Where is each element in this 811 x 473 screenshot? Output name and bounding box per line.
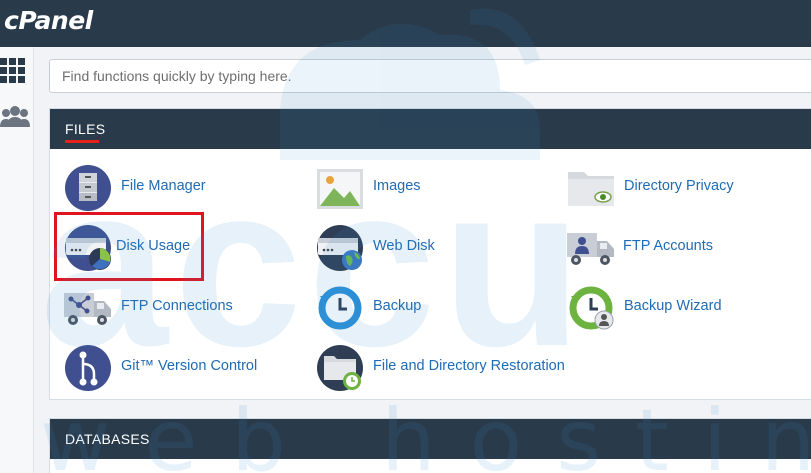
backup-wizard-link[interactable]: Backup Wizard <box>567 282 767 334</box>
images-icon <box>316 164 364 212</box>
directory-privacy-icon <box>567 164 615 212</box>
backup-icon <box>316 284 364 332</box>
ftp-connections-icon <box>64 284 112 332</box>
file-restoration-label: File and Directory Restoration <box>373 358 565 374</box>
title-underline <box>65 140 99 143</box>
files-panel-header[interactable]: FILES <box>50 109 811 149</box>
databases-panel-title: DATABASES <box>65 431 150 447</box>
git-version-control-link[interactable]: Git™ Version Control <box>64 342 284 394</box>
web-disk-icon <box>316 224 364 272</box>
git-icon <box>64 344 112 392</box>
ftp-accounts-icon <box>567 224 615 272</box>
files-panel-title: FILES <box>65 121 106 137</box>
file-manager-label: File Manager <box>121 178 206 194</box>
backup-label: Backup <box>373 298 422 314</box>
ftp-accounts-link[interactable]: FTP Accounts <box>567 222 757 274</box>
apps-grid-icon[interactable] <box>0 55 30 85</box>
directory-privacy-label: Directory Privacy <box>624 178 734 194</box>
top-bar: cPanel <box>0 0 811 47</box>
images-label: Images <box>373 178 421 194</box>
file-restoration-link[interactable]: File and Directory Restoration <box>316 342 586 394</box>
git-version-control-label: Git™ Version Control <box>121 358 258 374</box>
files-panel: FILES File Manager Images Directory Priv… <box>49 108 811 400</box>
backup-wizard-icon <box>567 284 615 332</box>
file-restoration-icon <box>316 344 364 392</box>
images-link[interactable]: Images <box>316 162 486 214</box>
web-disk-link[interactable]: Web Disk <box>316 222 476 274</box>
ftp-accounts-label: FTP Accounts <box>623 238 713 254</box>
users-icon[interactable] <box>0 103 30 133</box>
search-input[interactable] <box>49 59 811 93</box>
disk-usage-label: Disk Usage <box>116 238 191 254</box>
ftp-connections-link[interactable]: FTP Connections <box>64 282 264 334</box>
directory-privacy-link[interactable]: Directory Privacy <box>567 162 767 214</box>
left-sidebar <box>0 47 34 473</box>
file-manager-link[interactable]: File Manager <box>64 162 244 214</box>
backup-wizard-label: Backup Wizard <box>624 298 722 314</box>
backup-link[interactable]: Backup <box>316 282 466 334</box>
databases-panel: DATABASES <box>49 418 811 473</box>
disk-usage-icon <box>64 224 112 272</box>
disk-usage-link[interactable]: Disk Usage <box>64 222 204 274</box>
ftp-connections-label: FTP Connections <box>121 298 233 314</box>
cpanel-logo[interactable]: cPanel <box>4 6 93 35</box>
web-disk-label: Web Disk <box>373 238 435 254</box>
databases-panel-header[interactable]: DATABASES <box>50 419 811 459</box>
file-manager-icon <box>64 164 112 212</box>
